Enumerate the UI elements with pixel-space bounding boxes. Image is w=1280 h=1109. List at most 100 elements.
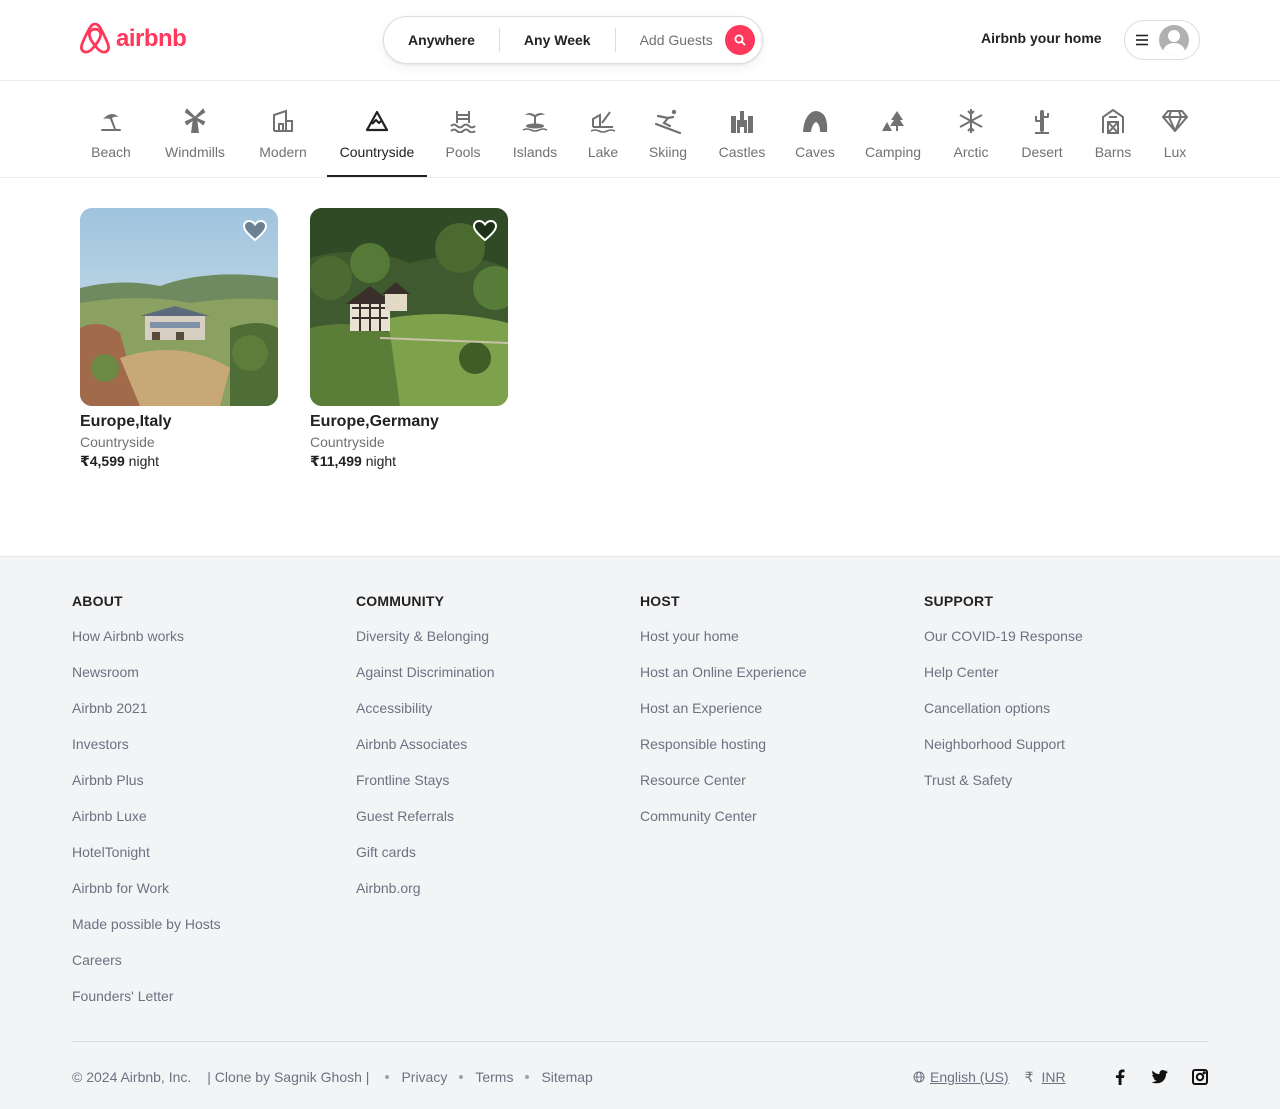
footer-column-host: HOST Host your home Host an Online Exper… (640, 593, 807, 843)
category-windmills[interactable]: Windmills (162, 107, 228, 160)
menu-icon (1136, 34, 1148, 46)
footer-link[interactable]: HotelTonight (72, 843, 221, 879)
listing-location: Europe,Italy (80, 413, 172, 430)
beach-icon (97, 107, 125, 135)
category-bar: Beach Windmills Modern Countryside Pools… (0, 81, 1280, 178)
cave-icon (801, 107, 829, 135)
header: airbnb Anywhere Any Week Add Guests Airb… (0, 0, 1280, 81)
footer-column-about: ABOUT How Airbnb works Newsroom Airbnb 2… (72, 593, 221, 1023)
search-anywhere[interactable]: Anywhere (384, 28, 499, 52)
footer-heading: COMMUNITY (356, 593, 445, 609)
footer-link[interactable]: Host an Experience (640, 699, 807, 735)
user-menu-button[interactable] (1124, 20, 1200, 60)
category-lux[interactable]: Lux (1160, 107, 1190, 160)
footer-link[interactable]: Help Center (924, 663, 1083, 699)
footer-link[interactable]: Airbnb Luxe (72, 807, 221, 843)
footer-link[interactable]: Airbnb Associates (356, 735, 495, 771)
listing-photo[interactable] (310, 208, 508, 406)
separator-dot (459, 1075, 464, 1079)
facebook-icon[interactable] (1110, 1067, 1130, 1087)
footer-bottom-bar: © 2024 Airbnb, Inc. | Clone by Sagnik Gh… (72, 1067, 1208, 1087)
footer-column-community: COMMUNITY Diversity & Belonging Against … (356, 593, 495, 915)
listing-card-germany[interactable]: Europe,Germany Countryside ₹11,499 night (310, 208, 509, 470)
footer-link[interactable]: Investors (72, 735, 221, 771)
listing-price: ₹4,599 night (80, 453, 160, 469)
footer-link[interactable]: Airbnb 2021 (72, 699, 221, 735)
skiing-icon (654, 107, 682, 135)
separator-dot (525, 1075, 530, 1079)
category-skiing[interactable]: Skiing (648, 107, 688, 160)
listing-photo[interactable] (80, 208, 278, 406)
search-add-guests[interactable]: Add Guests (616, 28, 725, 52)
footer-link[interactable]: Responsible hosting (640, 735, 807, 771)
footer-link[interactable]: Frontline Stays (356, 771, 495, 807)
airbnb-your-home-link[interactable]: Airbnb your home (981, 30, 1102, 46)
footer-link[interactable]: Diversity & Belonging (356, 627, 495, 663)
search-bar[interactable]: Anywhere Any Week Add Guests (383, 16, 763, 64)
footer-link[interactable]: Guest Referrals (356, 807, 495, 843)
footer-link[interactable]: Gift cards (356, 843, 495, 879)
separator-dot (385, 1075, 390, 1079)
listing-type: Countryside (310, 434, 385, 450)
footer-link[interactable]: Newsroom (72, 663, 221, 699)
category-barns[interactable]: Barns (1094, 107, 1132, 160)
category-countryside[interactable]: Countryside (337, 107, 417, 160)
category-arctic[interactable]: Arctic (952, 107, 990, 160)
footer-heading: SUPPORT (924, 593, 994, 609)
footer-link[interactable]: Against Discrimination (356, 663, 495, 699)
category-pools[interactable]: Pools (444, 107, 482, 160)
footer-link[interactable]: Cancellation options (924, 699, 1083, 735)
listing-type: Countryside (80, 434, 155, 450)
category-camping[interactable]: Camping (864, 107, 922, 160)
footer-link[interactable]: Airbnb.org (356, 879, 495, 915)
footer-link[interactable]: Resource Center (640, 771, 807, 807)
footer-link[interactable]: Host an Online Experience (640, 663, 807, 699)
terms-link[interactable]: Terms (475, 1069, 513, 1085)
footer-link[interactable]: Our COVID-19 Response (924, 627, 1083, 663)
footer-link[interactable]: Careers (72, 951, 221, 987)
footer-link[interactable]: Neighborhood Support (924, 735, 1083, 771)
search-button[interactable] (724, 25, 755, 55)
sitemap-link[interactable]: Sitemap (541, 1069, 592, 1085)
footer-link[interactable]: Host your home (640, 627, 807, 663)
search-any-week[interactable]: Any Week (500, 28, 615, 52)
category-modern[interactable]: Modern (259, 107, 307, 160)
footer-link[interactable]: Made possible by Hosts (72, 915, 221, 951)
category-islands[interactable]: Islands (512, 107, 558, 160)
category-beach[interactable]: Beach (91, 107, 131, 160)
twitter-icon[interactable] (1150, 1067, 1170, 1087)
currency-symbol: ₹ (1024, 1068, 1034, 1085)
footer-link[interactable]: How Airbnb works (72, 627, 221, 663)
barn-icon (1099, 107, 1127, 135)
arctic-icon (957, 107, 985, 135)
favorite-heart-icon[interactable] (472, 219, 498, 243)
windmill-icon (181, 107, 209, 135)
category-lake[interactable]: Lake (588, 107, 618, 160)
airbnb-logo[interactable]: airbnb (80, 22, 187, 56)
footer-link[interactable]: Founders' Letter (72, 987, 221, 1023)
footer: ABOUT How Airbnb works Newsroom Airbnb 2… (0, 556, 1280, 1109)
footer-heading: HOST (640, 593, 680, 609)
countryside-icon (363, 107, 391, 135)
island-icon (521, 107, 549, 135)
category-desert[interactable]: Desert (1020, 107, 1064, 160)
footer-link[interactable]: Airbnb for Work (72, 879, 221, 915)
footer-link[interactable]: Trust & Safety (924, 771, 1083, 807)
category-caves[interactable]: Caves (795, 107, 835, 160)
favorite-heart-icon[interactable] (242, 219, 268, 243)
modern-icon (269, 107, 297, 135)
footer-link[interactable]: Airbnb Plus (72, 771, 221, 807)
footer-link[interactable]: Community Center (640, 807, 807, 843)
currency-selector[interactable]: INR (1042, 1069, 1066, 1085)
listing-location: Europe,Germany (310, 413, 439, 430)
search-icon (734, 34, 746, 46)
instagram-icon[interactable] (1190, 1067, 1210, 1087)
privacy-link[interactable]: Privacy (401, 1069, 447, 1085)
listing-card-italy[interactable]: Europe,Italy Countryside ₹4,599 night (80, 208, 279, 470)
category-castles[interactable]: Castles (718, 107, 766, 160)
footer-heading: ABOUT (72, 593, 123, 609)
footer-link[interactable]: Accessibility (356, 699, 495, 735)
camping-icon (879, 107, 907, 135)
language-selector[interactable]: English (US) (930, 1069, 1009, 1085)
active-category-underline (327, 175, 427, 177)
